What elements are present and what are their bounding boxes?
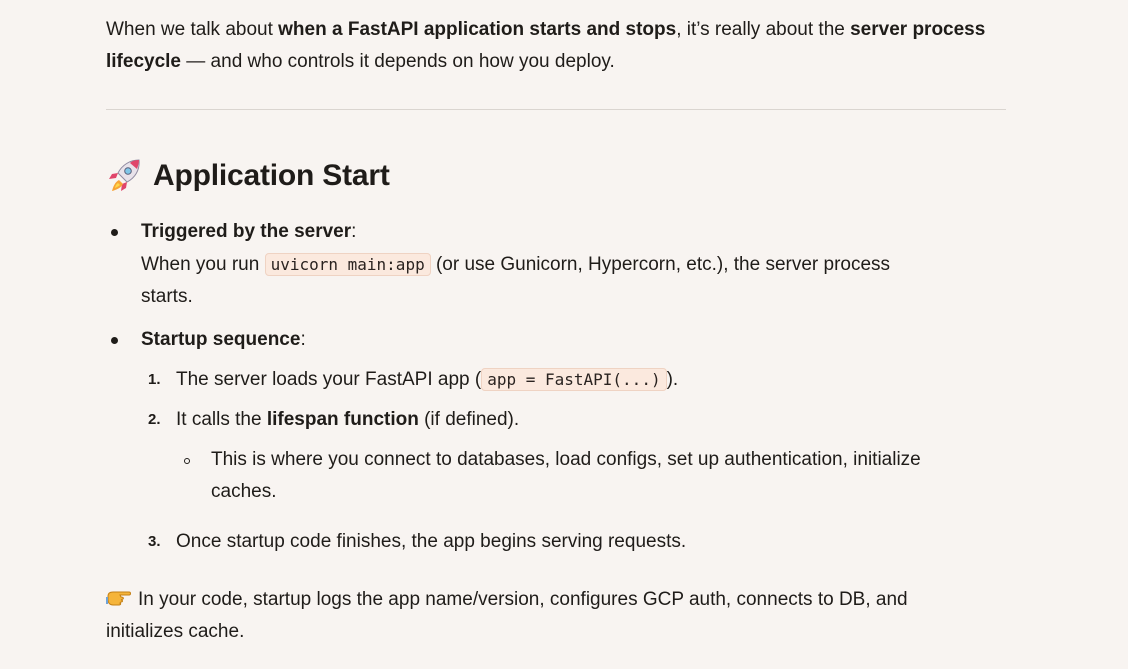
intro-text-2: , it’s really about the — [676, 19, 851, 40]
intro-text-1: When we talk about — [106, 19, 279, 40]
sub-item-line-2: caches. — [211, 481, 277, 502]
bullet-label: Startup sequence — [141, 329, 301, 350]
section-title: Application Start — [153, 159, 390, 192]
bullet-body-text-1: When you run — [141, 254, 265, 275]
bullet-colon: : — [351, 221, 357, 242]
bullet-body-line-1: When you run uvicorn main:app (or use Gu… — [141, 249, 890, 281]
step-text-bold: lifespan function — [266, 409, 419, 430]
step-text-post: ). — [666, 369, 679, 390]
step-text-post: (if defined). — [418, 409, 520, 430]
intro-paragraph: When we talk about when a FastAPI applic… — [106, 14, 986, 78]
ordered-list-item: 1. The server loads your FastAPI app (ap… — [106, 364, 986, 398]
bullet-heading: Startup sequence: — [141, 324, 306, 356]
intro-bold-1: when a FastAPI application starts and st… — [278, 19, 677, 40]
intro-text-3: — and who controls it depends on how you… — [181, 51, 615, 72]
step-number: 2. — [148, 411, 161, 428]
section-heading: Application Start — [106, 154, 390, 198]
bullet-body-text-2: (or use Gunicorn, Hypercorn, etc.), the … — [430, 254, 891, 275]
note-paragraph: In your code, startup logs the app name/… — [106, 584, 986, 648]
step-number: 3. — [148, 533, 161, 550]
step-number: 1. — [148, 371, 161, 388]
pointing-hand-icon — [106, 591, 131, 606]
note-text-line-1: In your code, startup logs the app name/… — [138, 589, 908, 610]
ordered-list-item: 2. It calls the lifespan function (if de… — [106, 404, 986, 514]
bullet-body-line-2: starts. — [141, 286, 193, 307]
step-text: The server loads your FastAPI app (app =… — [176, 364, 678, 396]
bullet-label: Triggered by the server — [141, 221, 352, 242]
note-text-line-2: initializes cache. — [106, 621, 245, 642]
ordered-list-item: 3. Once startup code finishes, the app b… — [106, 526, 986, 560]
sub-item-line-1: This is where you connect to databases, … — [211, 449, 921, 470]
section-divider — [106, 109, 1006, 110]
step-text: It calls the lifespan function (if defin… — [176, 404, 519, 436]
step-text: Once startup code finishes, the app begi… — [176, 531, 687, 552]
inline-code: uvicorn main:app — [264, 253, 431, 276]
inline-code: app = FastAPI(...) — [481, 368, 667, 391]
bullet-heading: Triggered by the server: — [141, 216, 356, 248]
list-item: Startup sequence: — [106, 324, 986, 358]
step-text-pre: It calls the — [176, 409, 267, 430]
rocket-icon — [109, 159, 140, 191]
step-text-pre: The server loads your FastAPI app ( — [176, 369, 482, 390]
list-item: Triggered by the server: When you run uv… — [106, 216, 986, 316]
chat-response: When we talk about when a FastAPI applic… — [0, 0, 1128, 669]
bullet-dot — [111, 337, 118, 344]
sub-bullet-circle — [184, 458, 190, 464]
bullet-colon: : — [300, 329, 306, 350]
bullet-dot — [111, 229, 118, 236]
